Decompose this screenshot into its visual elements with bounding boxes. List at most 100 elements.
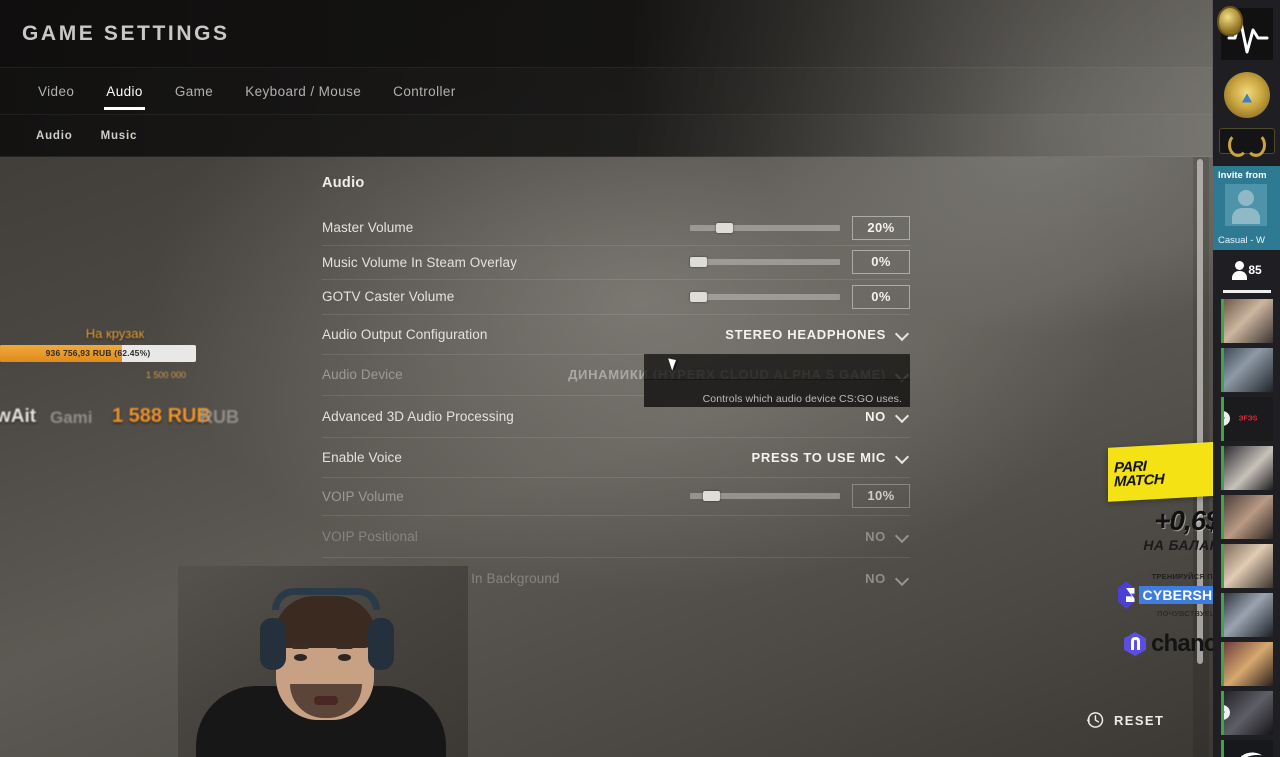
team-secret-icon (1240, 752, 1262, 757)
slider-knob[interactable] (703, 491, 720, 501)
setting-label: Master Volume (322, 220, 414, 236)
setting-label: Advanced 3D Audio Processing (322, 408, 514, 424)
chance-logo-icon (1124, 632, 1146, 656)
subtab-audio[interactable]: Audio (22, 130, 87, 142)
play-audio-background-value[interactable]: NO (865, 571, 886, 586)
thumbnail-image (1223, 348, 1273, 392)
headphone-cup-right (368, 618, 394, 670)
setting-row-voip-positional: VOIP Positional NO (322, 516, 910, 558)
right-sidebar: Invite from Casual - W 85 ЭFЭS (1213, 0, 1280, 757)
stream-thumbnail[interactable] (1220, 299, 1273, 343)
slider-knob[interactable] (716, 222, 733, 233)
audio-output-configuration-value[interactable]: STEREO HEADPHONES (725, 327, 886, 342)
invite-subtitle: Casual - W (1218, 235, 1265, 246)
master-volume-slider[interactable] (690, 222, 840, 233)
primary-tabs: Video Audio Game Keyboard / Mouse Contro… (0, 68, 1212, 115)
tab-game[interactable]: Game (159, 68, 229, 115)
viewer-count-row: 85 (1213, 250, 1280, 290)
setting-control: 20% (690, 215, 910, 240)
chevron-down-icon[interactable] (896, 409, 910, 423)
service-medal-badge[interactable] (1216, 6, 1273, 60)
webcam-eye-right (338, 654, 351, 661)
steam-invite-card[interactable]: Invite from Casual - W (1213, 166, 1280, 250)
chevron-down-icon[interactable] (896, 529, 910, 543)
stream-thumbnail[interactable] (1220, 495, 1273, 539)
stream-thumbnail[interactable] (1220, 593, 1273, 637)
thumbnail-image (1223, 495, 1273, 539)
tooltip-text: Controls which audio device CS:GO uses. (702, 393, 902, 405)
setting-control[interactable]: PRESS TO USE MIC (752, 450, 910, 465)
subtab-music[interactable]: Music (87, 130, 152, 142)
stream-thumbnail[interactable] (1220, 348, 1273, 392)
screen-root: GAME SETTINGS Video Audio Game Keyboard … (0, 0, 1280, 757)
parimatch-logo-bottom: MATCH (1114, 470, 1165, 491)
voip-volume-slider[interactable] (690, 491, 840, 501)
chevron-down-icon[interactable] (896, 450, 910, 464)
tooltip-backdrop (644, 354, 910, 380)
chevron-down-icon[interactable] (896, 327, 910, 341)
webcam-mouth (314, 696, 338, 705)
gotv-caster-volume-value[interactable]: 0% (852, 284, 910, 309)
thumbnail-image (1223, 593, 1273, 637)
setting-label: VOIP Positional (322, 528, 418, 544)
webcam-eye-left (294, 654, 307, 661)
stream-thumbnail[interactable]: ЭFЭS (1220, 397, 1273, 441)
setting-control[interactable]: NO (865, 529, 910, 544)
goal-progress-text: 936 756,93 RUB (62.45%) (45, 348, 151, 358)
donation-alert-overlay: wAit Gami 1 588 RUB RUB (0, 404, 260, 430)
voip-positional-value[interactable]: NO (865, 529, 886, 544)
secondary-tabs: Audio Music (0, 115, 1212, 157)
stream-thumbnail[interactable]: TEAM SECRET (1220, 740, 1273, 757)
setting-label: Enable Voice (322, 449, 403, 465)
thumbnail-logo: ЭFЭS (1238, 415, 1258, 423)
tab-video[interactable]: Video (22, 68, 90, 115)
setting-control[interactable]: STEREO HEADPHONES (725, 327, 910, 342)
music-volume-value[interactable]: 0% (852, 250, 910, 275)
enable-voice-value[interactable]: PRESS TO USE MIC (752, 450, 886, 465)
headphones-icon (272, 588, 380, 610)
setting-label: GOTV Caster Volume (322, 289, 455, 305)
master-volume-value[interactable]: 20% (852, 215, 910, 240)
streamer-webcam-overlay (178, 566, 468, 757)
advanced-3d-audio-value[interactable]: NO (865, 409, 886, 424)
gotv-caster-volume-slider[interactable] (690, 291, 840, 302)
goal-title: На крузак (85, 326, 145, 341)
tab-keyboard-mouse[interactable]: Keyboard / Mouse (229, 68, 377, 115)
stream-thumbnail[interactable] (1220, 691, 1273, 735)
stream-thumbnail[interactable] (1220, 642, 1273, 686)
webcam-brow-left (292, 645, 309, 649)
slider-track (690, 224, 840, 231)
rank-badge-icon[interactable] (1223, 72, 1270, 118)
donation-nick: wAit (0, 406, 37, 427)
slider-knob[interactable] (690, 291, 707, 302)
music-volume-slider[interactable] (690, 257, 840, 268)
avatar (1225, 184, 1267, 226)
donation-currency: RUB (200, 407, 239, 427)
stream-thumbnail[interactable] (1220, 446, 1273, 490)
setting-control: 10% (690, 484, 910, 508)
webcam-brow-right (336, 645, 353, 649)
divider (1222, 290, 1271, 293)
tab-audio[interactable]: Audio (90, 68, 159, 115)
voip-volume-value[interactable]: 10% (852, 484, 910, 508)
parimatch-logo: PARI MATCH (1114, 458, 1165, 491)
reset-button[interactable]: RESET (1085, 710, 1164, 730)
setting-label: Music Volume In Steam Overlay (322, 254, 517, 270)
stream-thumbnail[interactable] (1220, 544, 1273, 588)
wreath-badge-icon[interactable] (1218, 128, 1275, 157)
setting-control[interactable]: NO (865, 409, 910, 424)
setting-control: 0% (690, 284, 910, 309)
setting-row-voip-volume: VOIP Volume 10% (322, 478, 910, 516)
headphone-cup-left (260, 618, 286, 670)
setting-control[interactable]: NO (865, 571, 910, 586)
slider-knob[interactable] (690, 257, 707, 268)
chevron-down-icon[interactable] (896, 572, 910, 586)
tab-controller[interactable]: Controller (377, 68, 472, 115)
invite-title: Invite from (1218, 170, 1267, 181)
goal-progress-bar: 936 756,93 RUB (62.45%) (0, 345, 196, 362)
setting-row-gotv-caster-volume: GOTV Caster Volume 0% (322, 280, 910, 315)
coin-medal-icon (1216, 6, 1243, 36)
thumbnail-image (1223, 691, 1273, 735)
viewer-count: 85 (1248, 263, 1262, 277)
setting-row-enable-voice: Enable Voice PRESS TO USE MIC (322, 438, 910, 478)
